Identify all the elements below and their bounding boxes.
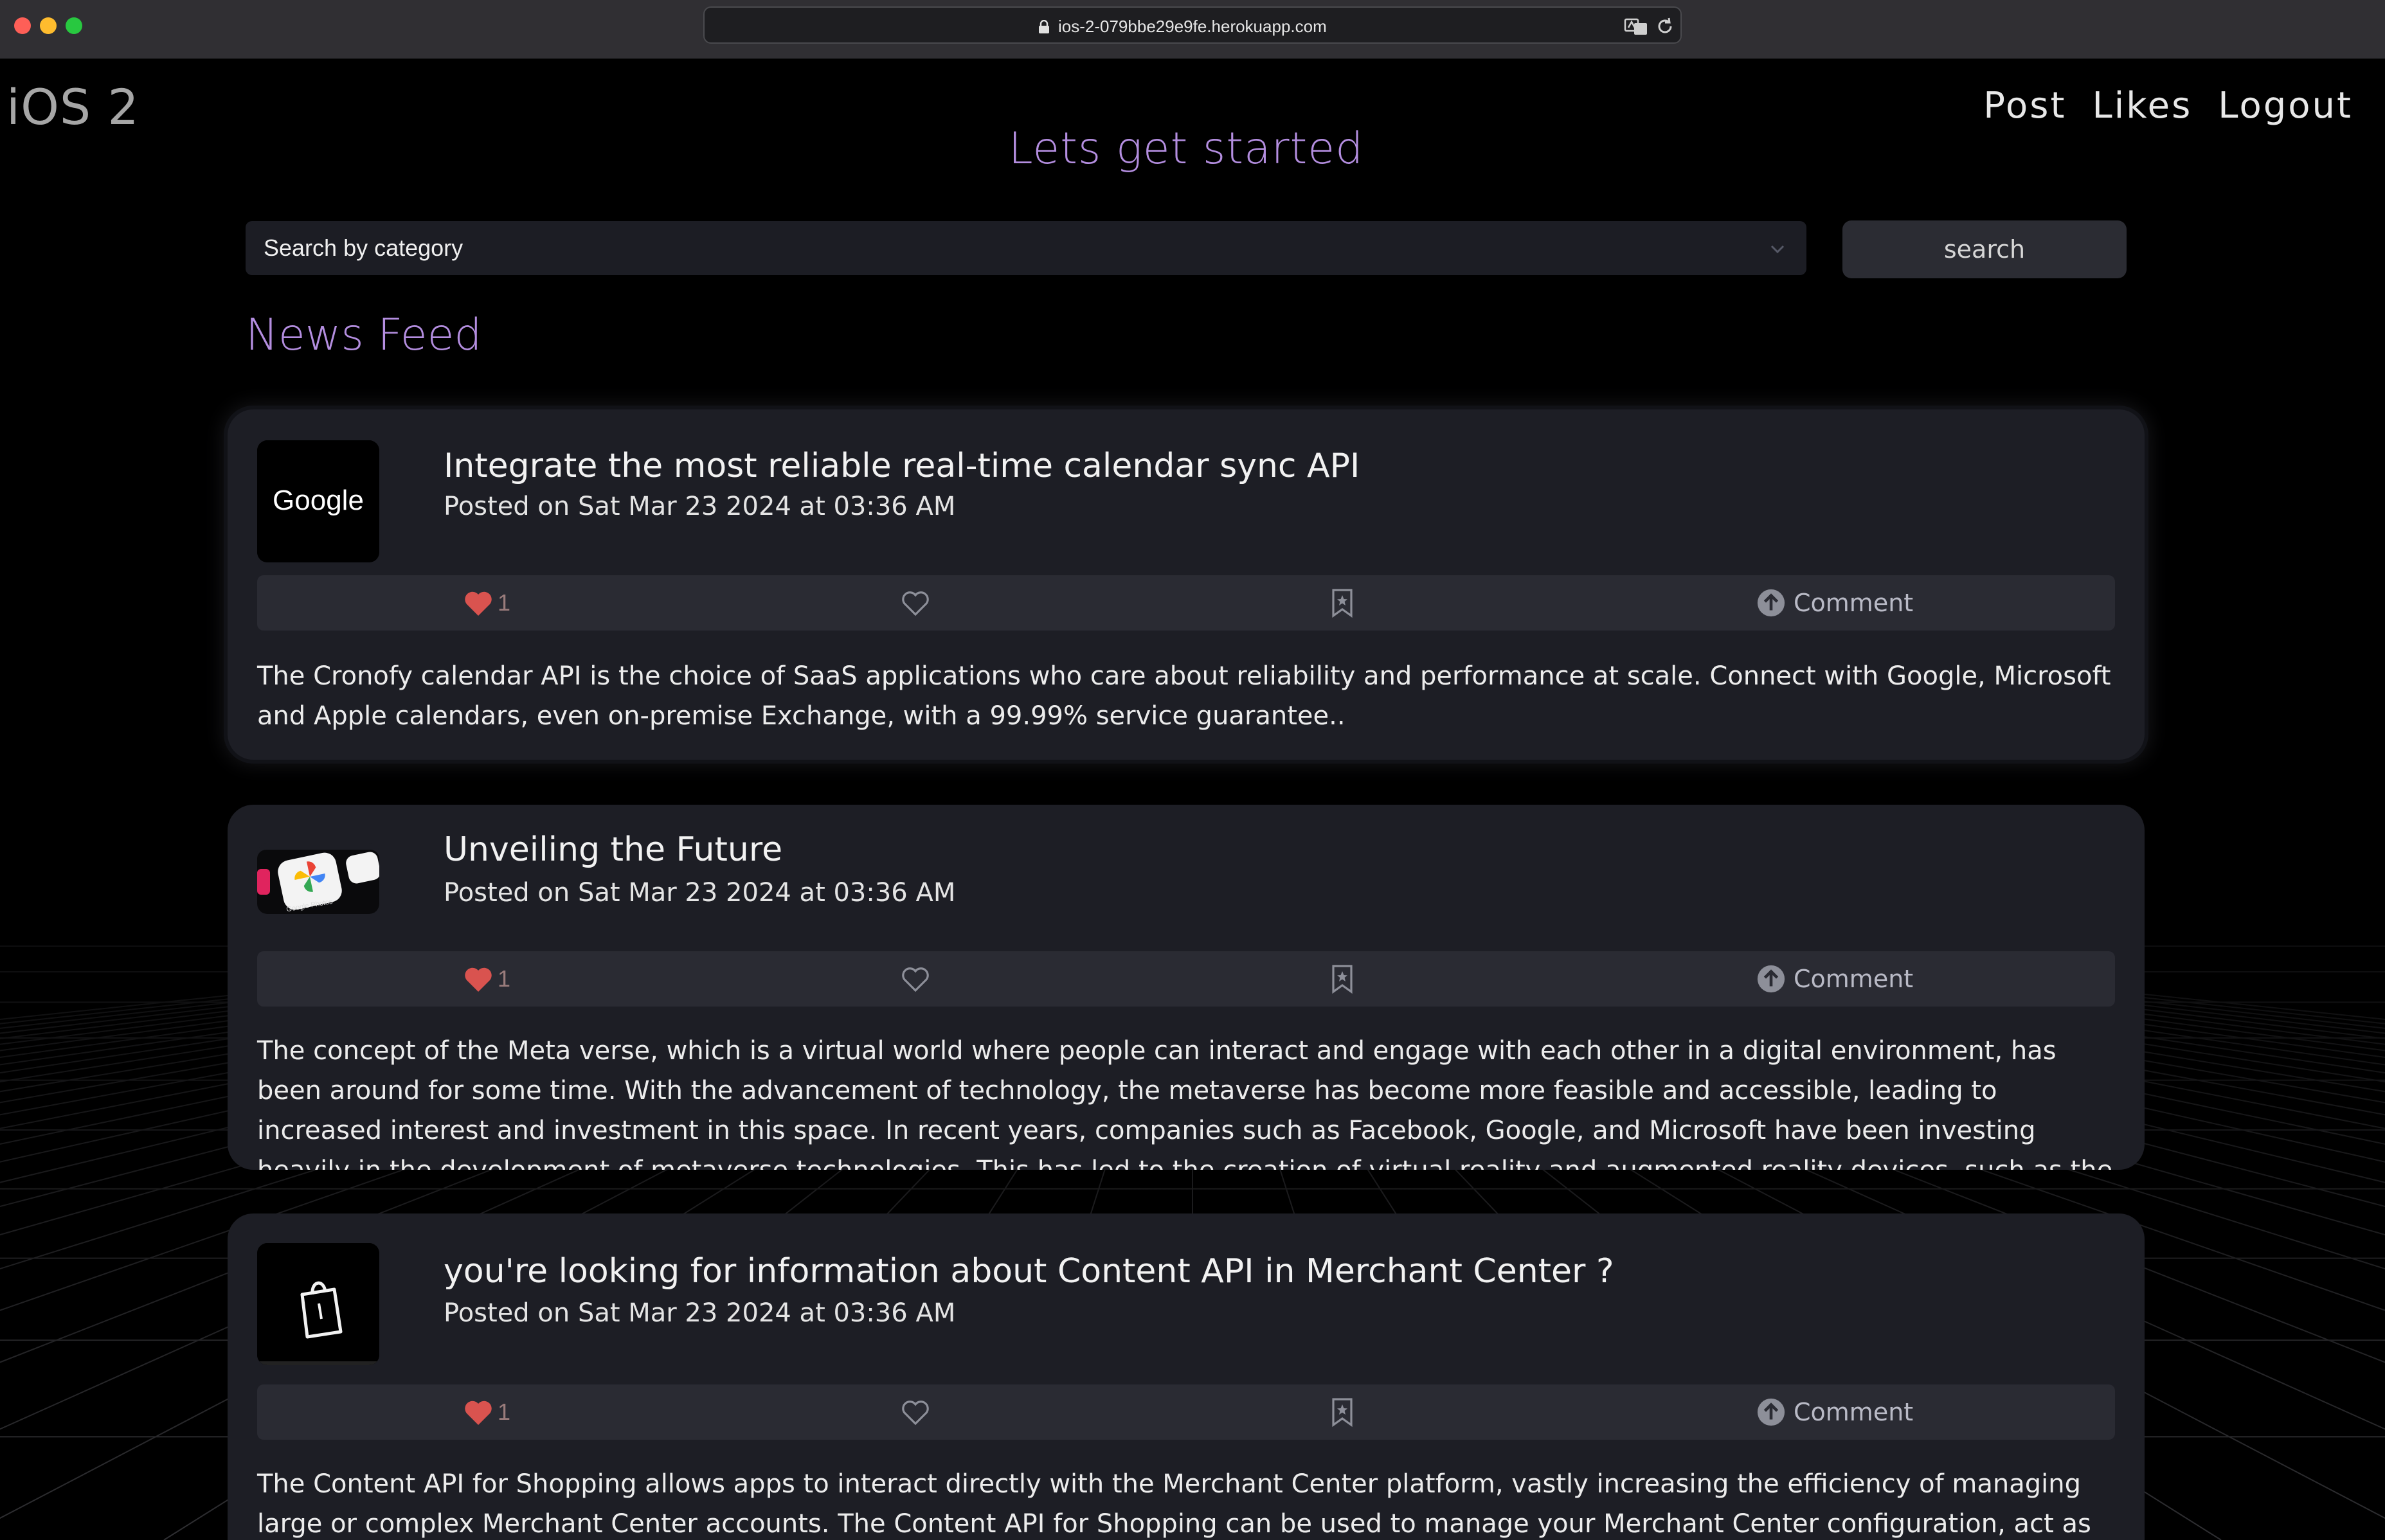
heart-filled-icon (465, 967, 492, 992)
heart-outline-icon (902, 591, 929, 616)
zoom-window-button[interactable] (66, 17, 82, 34)
post-body: The concept of the Meta verse, which is … (257, 1036, 2112, 1170)
bookmark-icon (1332, 965, 1353, 994)
comment-arrow-up-icon (1757, 965, 1785, 993)
nav-post-link[interactable]: Post (1983, 85, 2066, 127)
like-button[interactable]: 1 (463, 951, 510, 1007)
comment-arrow-up-icon (1757, 1398, 1785, 1426)
bookmark-button[interactable] (1329, 1384, 1355, 1440)
hero-title: Lets get started (1008, 123, 1364, 174)
post-card: you're looking for information about Con… (228, 1213, 2145, 1540)
post-thumbnail[interactable]: Google Photos (257, 843, 379, 914)
google-photos-app-icon: Google Photos (257, 850, 379, 914)
close-window-button[interactable] (14, 17, 31, 34)
comment-label: Comment (1794, 965, 1914, 993)
reload-icon[interactable] (1655, 16, 1675, 37)
post-body: The Content API for Shopping allows apps… (257, 1469, 2091, 1539)
like-button[interactable]: 1 (463, 1384, 510, 1440)
post-title[interactable]: you're looking for information about Con… (444, 1252, 1614, 1291)
address-bar[interactable]: ios-2-079bbe29e9fe.herokuapp.com (703, 6, 1682, 44)
svg-text:Google: Google (273, 485, 364, 516)
bookmark-icon (1332, 589, 1353, 618)
post-title[interactable]: Unveiling the Future (444, 830, 782, 869)
browser-toolbar: ios-2-079bbe29e9fe.herokuapp.com (0, 0, 2385, 59)
post-title[interactable]: Integrate the most reliable real-time ca… (444, 447, 1360, 485)
minimize-window-button[interactable] (40, 17, 57, 34)
shopping-bag-icon (257, 1243, 379, 1365)
post-action-bar: 1 Comment (257, 951, 2115, 1007)
heart-filled-icon (465, 1401, 492, 1425)
heart-outline-icon (902, 967, 929, 992)
bookmark-button[interactable] (1329, 951, 1355, 1007)
comment-label: Comment (1794, 1398, 1914, 1426)
bookmark-icon (1332, 1398, 1353, 1428)
post-date: Posted on Sat Mar 23 2024 at 03:36 AM (444, 492, 956, 521)
chevron-down-icon (1770, 245, 1785, 254)
comment-label: Comment (1794, 589, 1914, 617)
post-body: The Cronofy calendar API is the choice o… (257, 661, 2111, 731)
post-card: Google Integrate the most reliable real-… (228, 409, 2145, 760)
post-thumbnail[interactable]: Google (257, 440, 379, 562)
post-action-bar: 1 Comment (257, 1384, 2115, 1440)
search-button[interactable]: search (1842, 220, 2127, 278)
top-nav: Post Likes Logout (1983, 85, 2353, 127)
favorite-button[interactable] (900, 575, 931, 631)
google-logo-icon: Google (257, 440, 379, 562)
like-count: 1 (498, 1399, 511, 1425)
bookmark-button[interactable] (1329, 575, 1355, 631)
like-count: 1 (498, 965, 511, 992)
news-feed-title: News Feed (246, 310, 482, 361)
comment-button[interactable]: Comment (1756, 951, 1913, 1007)
like-count: 1 (498, 589, 511, 616)
post-date: Posted on Sat Mar 23 2024 at 03:36 AM (444, 1298, 956, 1328)
category-select-value: Search by category (264, 235, 464, 261)
comment-button[interactable]: Comment (1756, 575, 1913, 631)
favorite-button[interactable] (900, 1384, 931, 1440)
nav-logout-link[interactable]: Logout (2218, 85, 2353, 127)
url-text: ios-2-079bbe29e9fe.herokuapp.com (1058, 17, 1327, 36)
page: iOS 2 Post Likes Logout Lets get started… (0, 59, 2385, 1540)
post-action-bar: 1 Comment (257, 575, 2115, 631)
category-select[interactable]: Search by category (246, 221, 1806, 275)
nav-likes-link[interactable]: Likes (2092, 85, 2192, 127)
favorite-button[interactable] (900, 951, 931, 1007)
translate-icon[interactable] (1624, 17, 1650, 36)
comment-button[interactable]: Comment (1756, 1384, 1913, 1440)
post-card: Google Photos Unveiling the Future Poste… (228, 805, 2145, 1170)
like-button[interactable]: 1 (463, 575, 510, 631)
comment-arrow-up-icon (1757, 589, 1785, 617)
heart-outline-icon (902, 1401, 929, 1426)
post-thumbnail[interactable] (257, 1243, 379, 1365)
post-date: Posted on Sat Mar 23 2024 at 03:36 AM (444, 878, 956, 908)
lock-icon (1039, 20, 1049, 33)
heart-filled-icon (465, 591, 492, 616)
